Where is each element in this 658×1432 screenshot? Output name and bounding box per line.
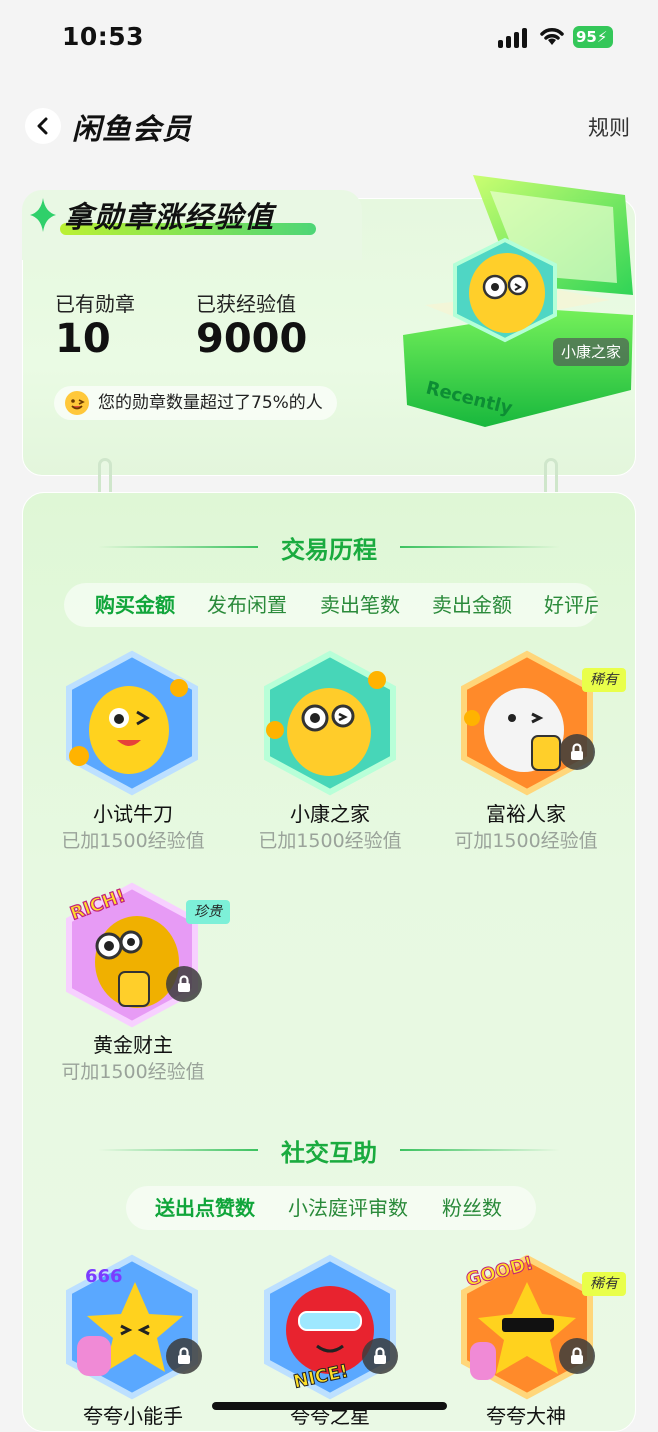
medal-exp-status: 已加1500经验值: [61, 830, 205, 852]
tab-purchase-amount[interactable]: 购买金额: [95, 583, 175, 627]
nav-header: 闲鱼会员 规则: [0, 100, 658, 156]
sparkle-icon: [30, 198, 56, 232]
medals-count-label: 已有勋章: [55, 292, 135, 316]
lock-icon: [559, 1338, 595, 1374]
lock-icon: [166, 966, 202, 1002]
medal-exp-status: 已加1500经验值: [258, 830, 402, 852]
medal-name: 夸夸小能手: [83, 1404, 183, 1428]
rank-compare-pill: 您的勋章数量超过了75%的人: [54, 386, 337, 420]
medal-xiaoshiniudao[interactable]: [57, 648, 207, 798]
tab-published-items[interactable]: 发布闲置: [207, 583, 287, 627]
medal-badge-text: 666: [85, 1266, 123, 1287]
medals-count-value: 10: [55, 316, 111, 362]
smile-emoji-icon: [65, 391, 89, 415]
rarity-tag-precious: 珍贵: [186, 900, 230, 924]
tab-court-reviews[interactable]: 小法庭评审数: [288, 1186, 408, 1230]
wifi-icon: [540, 28, 564, 45]
rarity-tag-rare: 稀有: [582, 1272, 626, 1296]
medal-name: 小康之家: [290, 802, 370, 826]
medal-kuakuaxiaonengshou[interactable]: 666: [57, 1252, 207, 1402]
trade-tab-bar: 购买金额 发布闲置 卖出笔数 卖出金额 好评后: [64, 583, 598, 627]
exp-value: 9000: [196, 316, 308, 362]
showcase-medal-name: 小康之家: [553, 338, 630, 366]
chevron-left-icon: [37, 117, 48, 135]
section-title-social: 社交互助: [281, 1139, 377, 1167]
tab-good-reviews[interactable]: 好评后: [544, 583, 598, 627]
rarity-tag-rare: 稀有: [582, 668, 626, 692]
tab-sold-count[interactable]: 卖出笔数: [320, 583, 400, 627]
tab-followers[interactable]: 粉丝数: [442, 1186, 502, 1230]
rank-compare-text: 您的勋章数量超过了75%的人: [98, 393, 323, 413]
lock-icon: [362, 1338, 398, 1374]
medal-name: 黄金财主: [93, 1033, 173, 1057]
lock-icon: [559, 734, 595, 770]
tab-sold-amount[interactable]: 卖出金额: [432, 583, 512, 627]
medal-kuakuadashen[interactable]: GOOD!: [452, 1252, 602, 1402]
medal-fuyurenjia[interactable]: [452, 648, 602, 798]
page-title: 闲鱼会员: [72, 112, 193, 146]
cellular-signal-icon: [498, 26, 530, 48]
medal-name: 富裕人家: [486, 802, 566, 826]
medal-name: 夸夸大神: [486, 1404, 566, 1428]
medal-showcase-box: Recently: [403, 175, 633, 427]
status-time: 10:53: [62, 22, 145, 51]
section-title-trade: 交易历程: [281, 536, 377, 564]
medal-kuakuazhixing[interactable]: NICE!: [255, 1252, 405, 1402]
battery-level: 95: [576, 28, 597, 46]
medal-xiaokangzhijia[interactable]: [255, 648, 405, 798]
tab-likes-sent[interactable]: 送出点赞数: [155, 1186, 255, 1230]
back-button[interactable]: [25, 108, 61, 144]
medal-exp-status: 可加1500经验值: [61, 1061, 205, 1083]
hero-title: 拿勋章涨经验值: [64, 200, 275, 234]
rules-link[interactable]: 规则: [588, 112, 630, 142]
medal-huangjincaizhu[interactable]: RICH!: [57, 880, 207, 1030]
battery-icon: 95⚡: [573, 26, 613, 48]
home-indicator[interactable]: [212, 1402, 447, 1410]
social-tab-bar: 送出点赞数 小法庭评审数 粉丝数: [126, 1186, 536, 1230]
lock-icon: [166, 1338, 202, 1374]
status-bar: 10:53 95⚡: [0, 0, 658, 75]
exp-label: 已获经验值: [196, 292, 296, 316]
medal-name: 小试牛刀: [93, 802, 173, 826]
medal-exp-status: 可加1500经验值: [454, 830, 598, 852]
